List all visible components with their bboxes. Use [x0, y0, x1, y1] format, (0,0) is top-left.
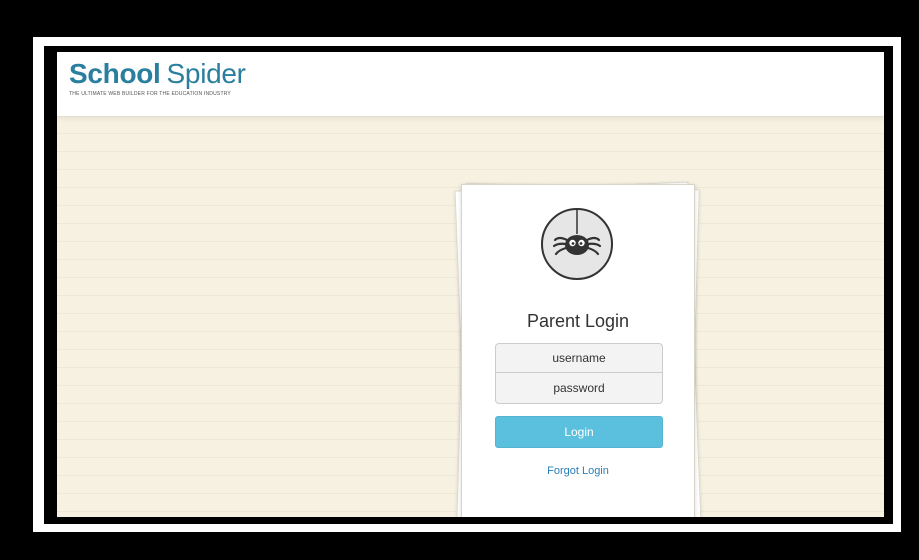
logo-tagline: THE ULTIMATE WEB BUILDER FOR THE EDUCATI… [69, 91, 231, 97]
logo-wordmark: School Spider [69, 60, 246, 88]
forgot-login-link[interactable]: Forgot Login [462, 465, 694, 477]
login-button[interactable]: Login [495, 416, 663, 448]
password-input[interactable] [495, 373, 663, 404]
school-spider-logo[interactable]: School Spider THE ULTIMATE WEB BUILDER FO… [69, 60, 246, 98]
site-header: School Spider THE ULTIMATE WEB BUILDER FO… [57, 52, 884, 117]
logo-school-text: School [69, 58, 161, 89]
browser-viewport: School Spider THE ULTIMATE WEB BUILDER FO… [57, 52, 884, 517]
login-card: Parent Login Login Forgot Login [461, 184, 695, 517]
spider-icon [541, 208, 613, 280]
username-input[interactable] [495, 343, 663, 373]
logo-spider-text: Spider [166, 58, 246, 89]
page-title: Parent Login [526, 311, 630, 331]
